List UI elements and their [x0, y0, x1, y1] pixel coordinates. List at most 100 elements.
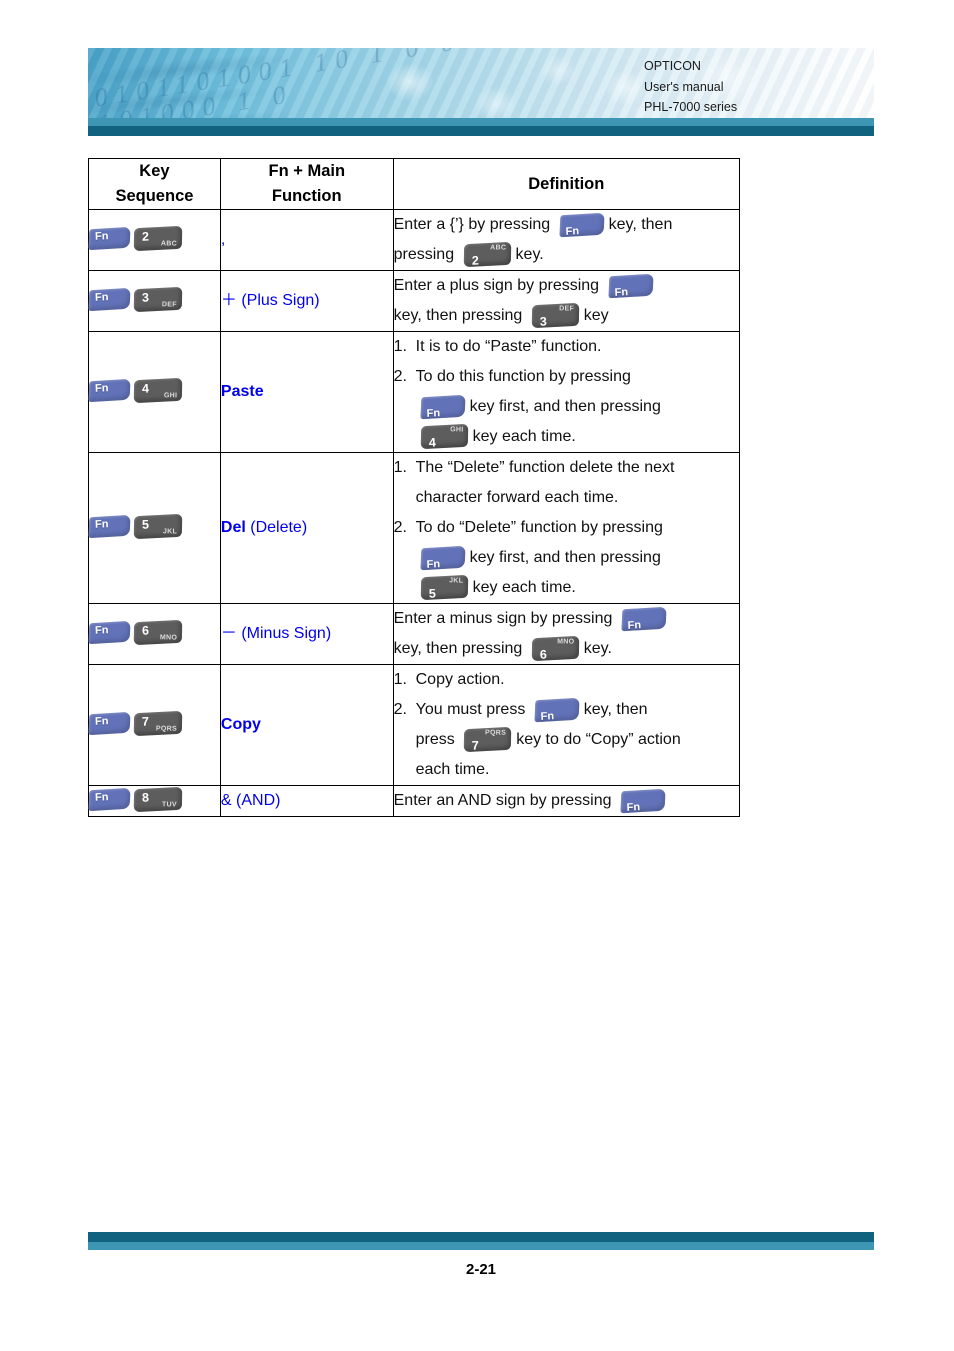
list-item-text: To do “Delete” function by pressing: [415, 519, 663, 536]
numeric-key-icon-5: 5 JKL: [133, 513, 183, 539]
fn-key-icon: Fn: [620, 788, 666, 814]
definition-text: Enter an AND sign by pressing: [393, 792, 616, 809]
numeric-key-letters: ABC: [489, 244, 506, 252]
fn-key-icon: Fn: [88, 711, 131, 735]
numeric-key-icon-4: 4 GHI: [133, 377, 183, 403]
key-sequence-graphic: Fn 7 PQRS: [88, 710, 183, 736]
definition-list-item: 2. To do “Delete” function by pressing: [394, 513, 739, 543]
definition-list: 1. The “Delete” function delete the next …: [394, 453, 739, 543]
fn-key-label: Fn: [426, 558, 441, 571]
numeric-key-letters: JKL: [448, 577, 463, 585]
cell-fn-main-function: ＋ (Plus Sign): [219, 270, 394, 332]
fn-key-label: Fn: [94, 290, 109, 304]
definition-tail: Fn key first, and then pressing 5 JKL key e…: [394, 543, 739, 603]
numeric-key-number: 5: [141, 517, 150, 532]
product-series: PHL-7000 series: [644, 100, 738, 114]
cell-definition: Enter a {’} by pressing Fn key, then pres…: [392, 209, 741, 271]
numeric-key-number: 3: [141, 290, 150, 305]
definition-text: key, then: [583, 701, 648, 718]
numeric-key-letters: PQRS: [485, 729, 507, 738]
cell-fn-main-function: Del (Delete): [219, 452, 394, 604]
numeric-key-letters: MNO: [159, 633, 178, 642]
cell-key-sequence: Fn 5 JKL: [88, 452, 221, 604]
numeric-key-letters: GHI: [163, 391, 178, 399]
numeric-key-number: 7: [471, 738, 480, 753]
numeric-key-icon-3: 3 DEF: [531, 303, 579, 329]
numeric-key-number: 5: [428, 586, 436, 601]
column-header-key-sequence-line2: Sequence: [115, 187, 194, 205]
cell-key-sequence: Fn 3 DEF: [88, 270, 221, 332]
header-rule-dark: [88, 126, 874, 136]
fn-key-icon: Fn: [88, 287, 131, 311]
table-header-row: Key Sequence Fn + Main Function Definiti…: [88, 158, 741, 210]
fn-key-label: Fn: [613, 286, 628, 299]
numeric-key-letters: DEF: [161, 300, 178, 309]
numeric-key-icon-2: 2 ABC: [133, 225, 183, 251]
definition-text: key.: [583, 640, 612, 657]
definition-text: Enter a {’} by pressing: [393, 216, 555, 233]
numeric-key-number: 4: [428, 435, 436, 450]
fn-key-icon: Fn: [88, 787, 131, 811]
key-sequence-graphic: Fn 2 ABC: [88, 225, 183, 251]
numeric-key-icon-7: 7 PQRS: [133, 710, 183, 736]
list-item-number: 1.: [393, 338, 407, 355]
cell-definition: 1. The “Delete” function delete the next …: [392, 452, 741, 604]
fn-key-icon: Fn: [534, 697, 580, 723]
cell-fn-main-function: ,: [219, 209, 394, 271]
fn-key-label: Fn: [426, 407, 441, 420]
list-item-number: 2.: [393, 519, 407, 536]
definition-tail-2: press 7 PQRS key to do “Copy” action each …: [394, 725, 739, 785]
fn-key-label: Fn: [540, 710, 555, 723]
cell-definition: Enter a minus sign by pressing Fn key, th…: [392, 603, 741, 665]
cell-key-sequence: Fn 4 GHI: [88, 331, 221, 453]
definition-text: Enter a plus sign by pressing: [393, 277, 604, 294]
list-item-text: The “Delete” function delete the next ch…: [415, 459, 675, 506]
table-row: Fn 7 PQRS Copy 1. Copy action. 2. You must pre…: [88, 664, 741, 786]
numeric-key-number: 6: [539, 647, 547, 662]
manual-type: User's manual: [644, 79, 724, 94]
page-footer: 2-21: [88, 1232, 874, 1278]
numeric-key-number: 7: [141, 714, 150, 729]
fn-key-label: Fn: [627, 619, 642, 632]
cell-key-sequence: Fn 8 TUV: [88, 785, 221, 817]
definition-text: key, then pressing: [393, 307, 527, 324]
list-item-number: 1.: [393, 459, 407, 476]
numeric-key-number: 8: [141, 790, 150, 805]
definition-text: pressing: [393, 246, 459, 263]
page-header: OPTICON User's manual PHL-7000 series: [88, 48, 874, 136]
numeric-key-letters: MNO: [556, 638, 574, 646]
column-header-definition: Definition: [392, 158, 741, 210]
definition-text: key, then pressing: [393, 640, 527, 657]
key-sequence-graphic: Fn 3 DEF: [88, 286, 183, 312]
list-item-number: 1.: [393, 671, 407, 688]
column-header-key-sequence-line1: Key: [139, 162, 170, 180]
list-item-text: It is to do “Paste” function.: [415, 338, 602, 355]
table-row: Fn 8 TUV & (AND) Enter an AND sign by pressi…: [88, 785, 741, 817]
header-title-block: OPTICON User's manual PHL-7000 series: [644, 56, 874, 118]
fn-key-icon: Fn: [88, 226, 131, 250]
numeric-key-number: 4: [141, 381, 150, 396]
definition-text: Enter a minus sign by pressing: [393, 610, 617, 627]
column-header-fn-main-line1: Fn + Main: [268, 162, 346, 180]
table-row: Fn 5 JKL Del (Delete) 1. The “Delete” functio…: [88, 452, 741, 604]
numeric-key-icon-5: 5 JKL: [420, 575, 468, 601]
key-sequence-graphic: Fn 4 GHI: [88, 377, 183, 403]
definition-tail: Fn key first, and then pressing 4 GHI key e…: [394, 392, 739, 452]
cell-fn-main-function: － (Minus Sign): [219, 603, 394, 665]
cell-fn-main-function: Copy: [219, 664, 394, 786]
fn-key-icon: Fn: [559, 212, 605, 238]
fn-key-label: Fn: [626, 801, 641, 814]
numeric-key-letters: PQRS: [155, 724, 178, 733]
numeric-key-number: 2: [141, 229, 150, 244]
cell-definition: 1. Copy action. 2. You must press Fn key, t…: [392, 664, 741, 786]
numeric-key-letters: DEF: [558, 305, 574, 313]
list-item-number: 2.: [393, 701, 407, 718]
cell-fn-main-function: & (AND): [219, 785, 394, 817]
definition-text: key each time.: [472, 428, 576, 445]
definition-text: key: [583, 307, 609, 324]
function-description: － (Minus Sign): [220, 625, 332, 642]
list-item-text: You must press Fn key, then: [416, 695, 739, 725]
numeric-key-icon-4: 4 GHI: [420, 424, 468, 450]
footer-rule-light: [88, 1242, 874, 1250]
numeric-key-letters: ABC: [160, 239, 178, 248]
